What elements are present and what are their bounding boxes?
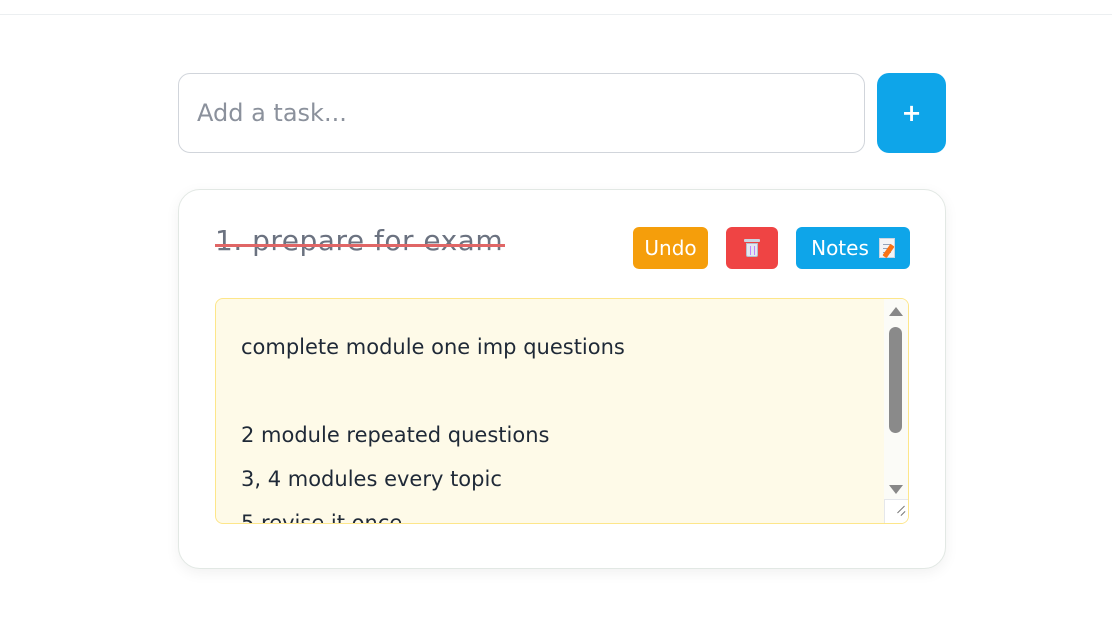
top-bar [0,0,1112,15]
delete-button[interactable] [726,227,778,269]
undo-button[interactable]: Undo [633,227,708,269]
notes-line: complete module one imp questions [241,335,625,359]
notes-content: complete module one imp questions 2 modu… [241,325,881,524]
resize-handle-icon[interactable] [884,499,908,523]
notes-line: 3, 4 modules every topic [241,467,502,491]
notes-line: 5 revise it once [241,511,403,524]
scroll-down-arrow-icon[interactable] [889,485,903,494]
scroll-thumb[interactable] [889,327,902,433]
task-input[interactable] [178,73,865,153]
notes-button-label: Notes [811,236,869,260]
notes-scrollbar[interactable] [884,299,908,523]
notes-line: 2 module repeated questions [241,423,550,447]
notes-button[interactable]: Notes [796,227,910,269]
memo-icon [878,238,895,259]
add-task-row: + [178,73,946,153]
notes-line [241,369,881,413]
scroll-up-arrow-icon[interactable] [889,307,903,316]
task-card: 1. prepare for exam Undo Notes complete … [178,189,946,569]
strikethrough-line [215,244,506,247]
task-title-text: 1. prepare for exam [215,224,504,257]
notes-textarea[interactable]: complete module one imp questions 2 modu… [215,298,909,524]
add-task-button[interactable]: + [877,73,946,153]
task-title: 1. prepare for exam [215,224,506,257]
trash-icon [744,238,760,258]
